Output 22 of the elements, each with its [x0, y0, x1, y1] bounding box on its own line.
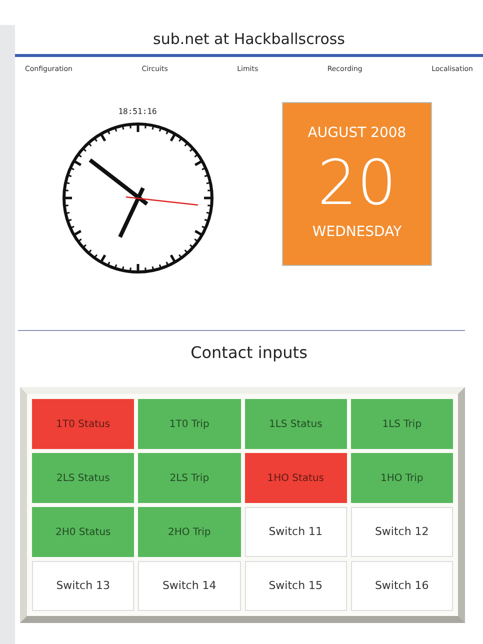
- contact-input-tile: 1LS Status: [244, 399, 347, 449]
- calendar-month: AUGUST 2008: [308, 124, 406, 143]
- contact-input-tile: Switch 14: [138, 561, 240, 611]
- contact-input-tile: 1LS Trip: [350, 399, 453, 449]
- contact-input-tile: Switch 12: [350, 507, 453, 557]
- contact-input-tile: Switch 15: [244, 561, 347, 611]
- contact-input-tile: 1HO Status: [244, 453, 347, 503]
- page-title: sub.net at Hackballscross: [152, 29, 346, 50]
- section-title: Contact inputs: [190, 342, 308, 364]
- contact-input-tile: Switch 13: [32, 561, 134, 611]
- contact-input-tile: 1T0 Status: [32, 399, 134, 449]
- contact-input-tile: 1HO Trip: [350, 453, 453, 503]
- contact-input-tile: Switch 16: [350, 561, 453, 611]
- calendar-day: 20: [318, 152, 396, 214]
- contact-input-tile: 2LS Trip: [138, 453, 240, 503]
- contact-input-tile: 2H0 Status: [32, 507, 134, 557]
- contact-input-tile: 2HO Trip: [138, 507, 240, 557]
- contact-input-tile: 2LS Status: [32, 453, 134, 503]
- calendar-weekday: WEDNESDAY: [312, 223, 402, 242]
- contact-input-tile: 1T0 Trip: [138, 399, 240, 449]
- clock-time: 18:51:16: [118, 108, 157, 116]
- contact-input-tile: Switch 11: [244, 507, 347, 557]
